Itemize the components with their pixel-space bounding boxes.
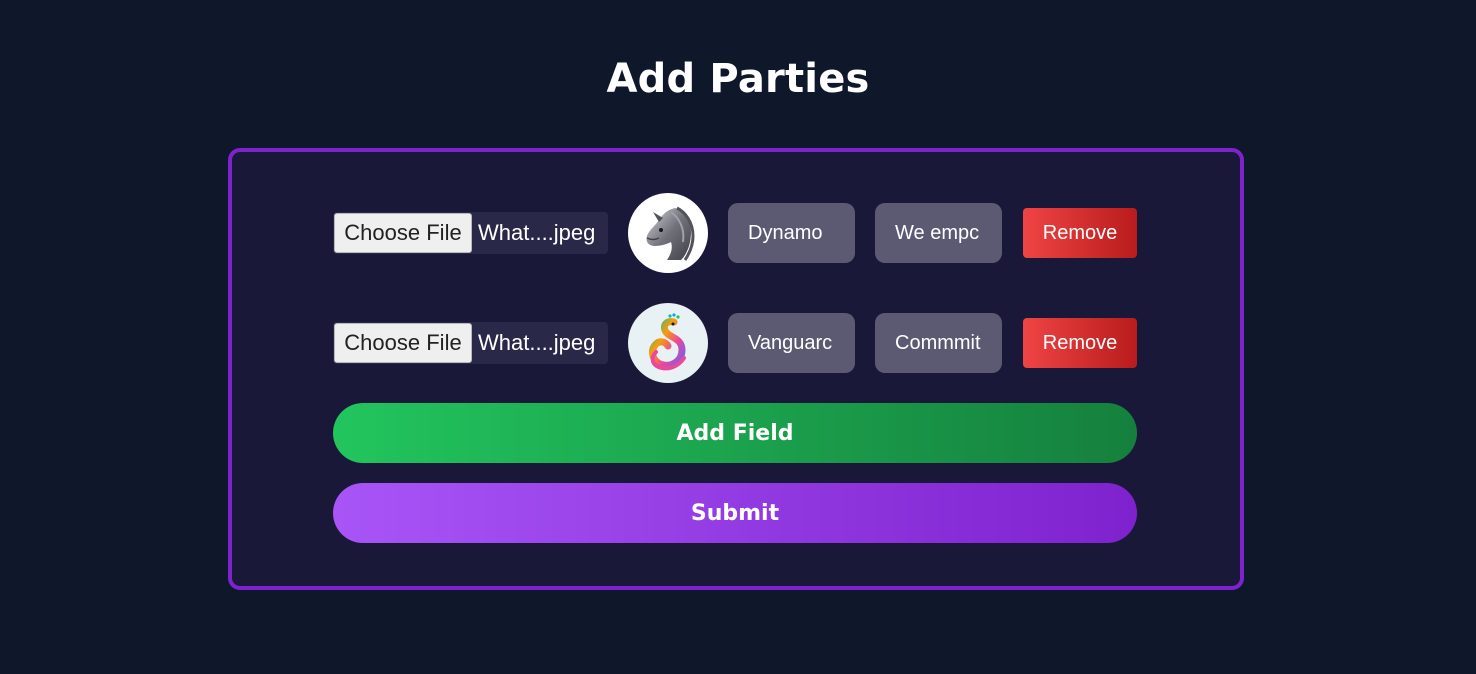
party-row: Choose File What....jpeg <box>333 303 1139 383</box>
horse-head-logo-icon <box>646 206 695 261</box>
party-logo <box>628 193 708 273</box>
file-name: What....jpeg <box>478 330 596 355</box>
party-description-field[interactable]: Commmit <box>875 313 1002 373</box>
submit-button[interactable]: Submit <box>333 483 1137 543</box>
party-name-value: Dynamo <box>748 221 823 244</box>
page: Add Parties Choose File What....jpeg Dyn… <box>0 0 1476 674</box>
party-description-value: We empc <box>895 221 980 244</box>
page-title: Add Parties <box>606 56 870 102</box>
party-name-field[interactable]: Dynamo <box>728 203 855 263</box>
party-description-field[interactable]: We empc <box>875 203 1002 263</box>
file-input[interactable]: Choose File What....jpeg <box>333 322 608 364</box>
parties-form: Choose File What....jpeg Dynamo We empc … <box>228 148 1244 590</box>
party-name-value: Vanguarc <box>748 331 833 354</box>
remove-button[interactable]: Remove <box>1023 208 1137 258</box>
party-logo <box>628 303 708 383</box>
add-field-button[interactable]: Add Field <box>333 403 1137 463</box>
file-input[interactable]: Choose File What....jpeg <box>333 212 608 254</box>
party-name-field[interactable]: Vanguarc <box>728 313 855 373</box>
choose-file-button[interactable]: Choose File <box>334 323 472 363</box>
file-name: What....jpeg <box>478 220 596 245</box>
choose-file-button[interactable]: Choose File <box>334 213 472 253</box>
party-row: Choose File What....jpeg <box>333 193 1139 273</box>
peacock-logo-icon <box>649 313 686 371</box>
remove-button[interactable]: Remove <box>1023 318 1137 368</box>
party-description-value: Commmit <box>895 331 981 354</box>
